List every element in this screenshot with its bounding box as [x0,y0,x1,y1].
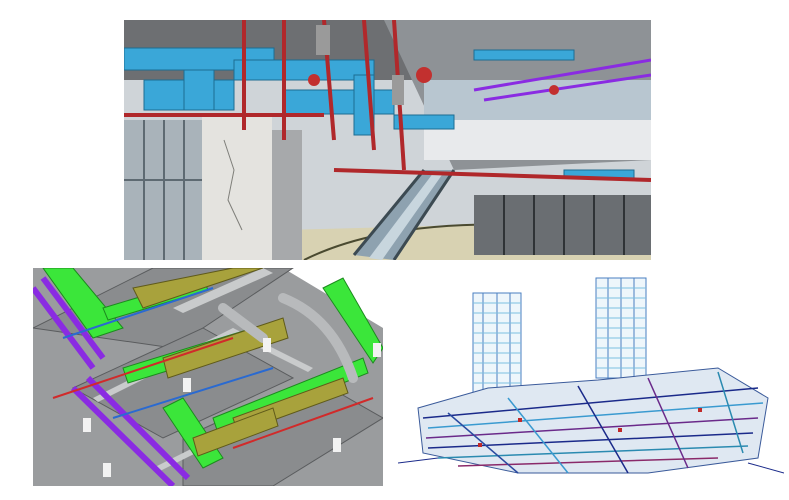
twin-tower-wireframe [398,268,784,486]
isometric-plant-room [33,268,383,486]
mall-interior-render [124,20,651,260]
